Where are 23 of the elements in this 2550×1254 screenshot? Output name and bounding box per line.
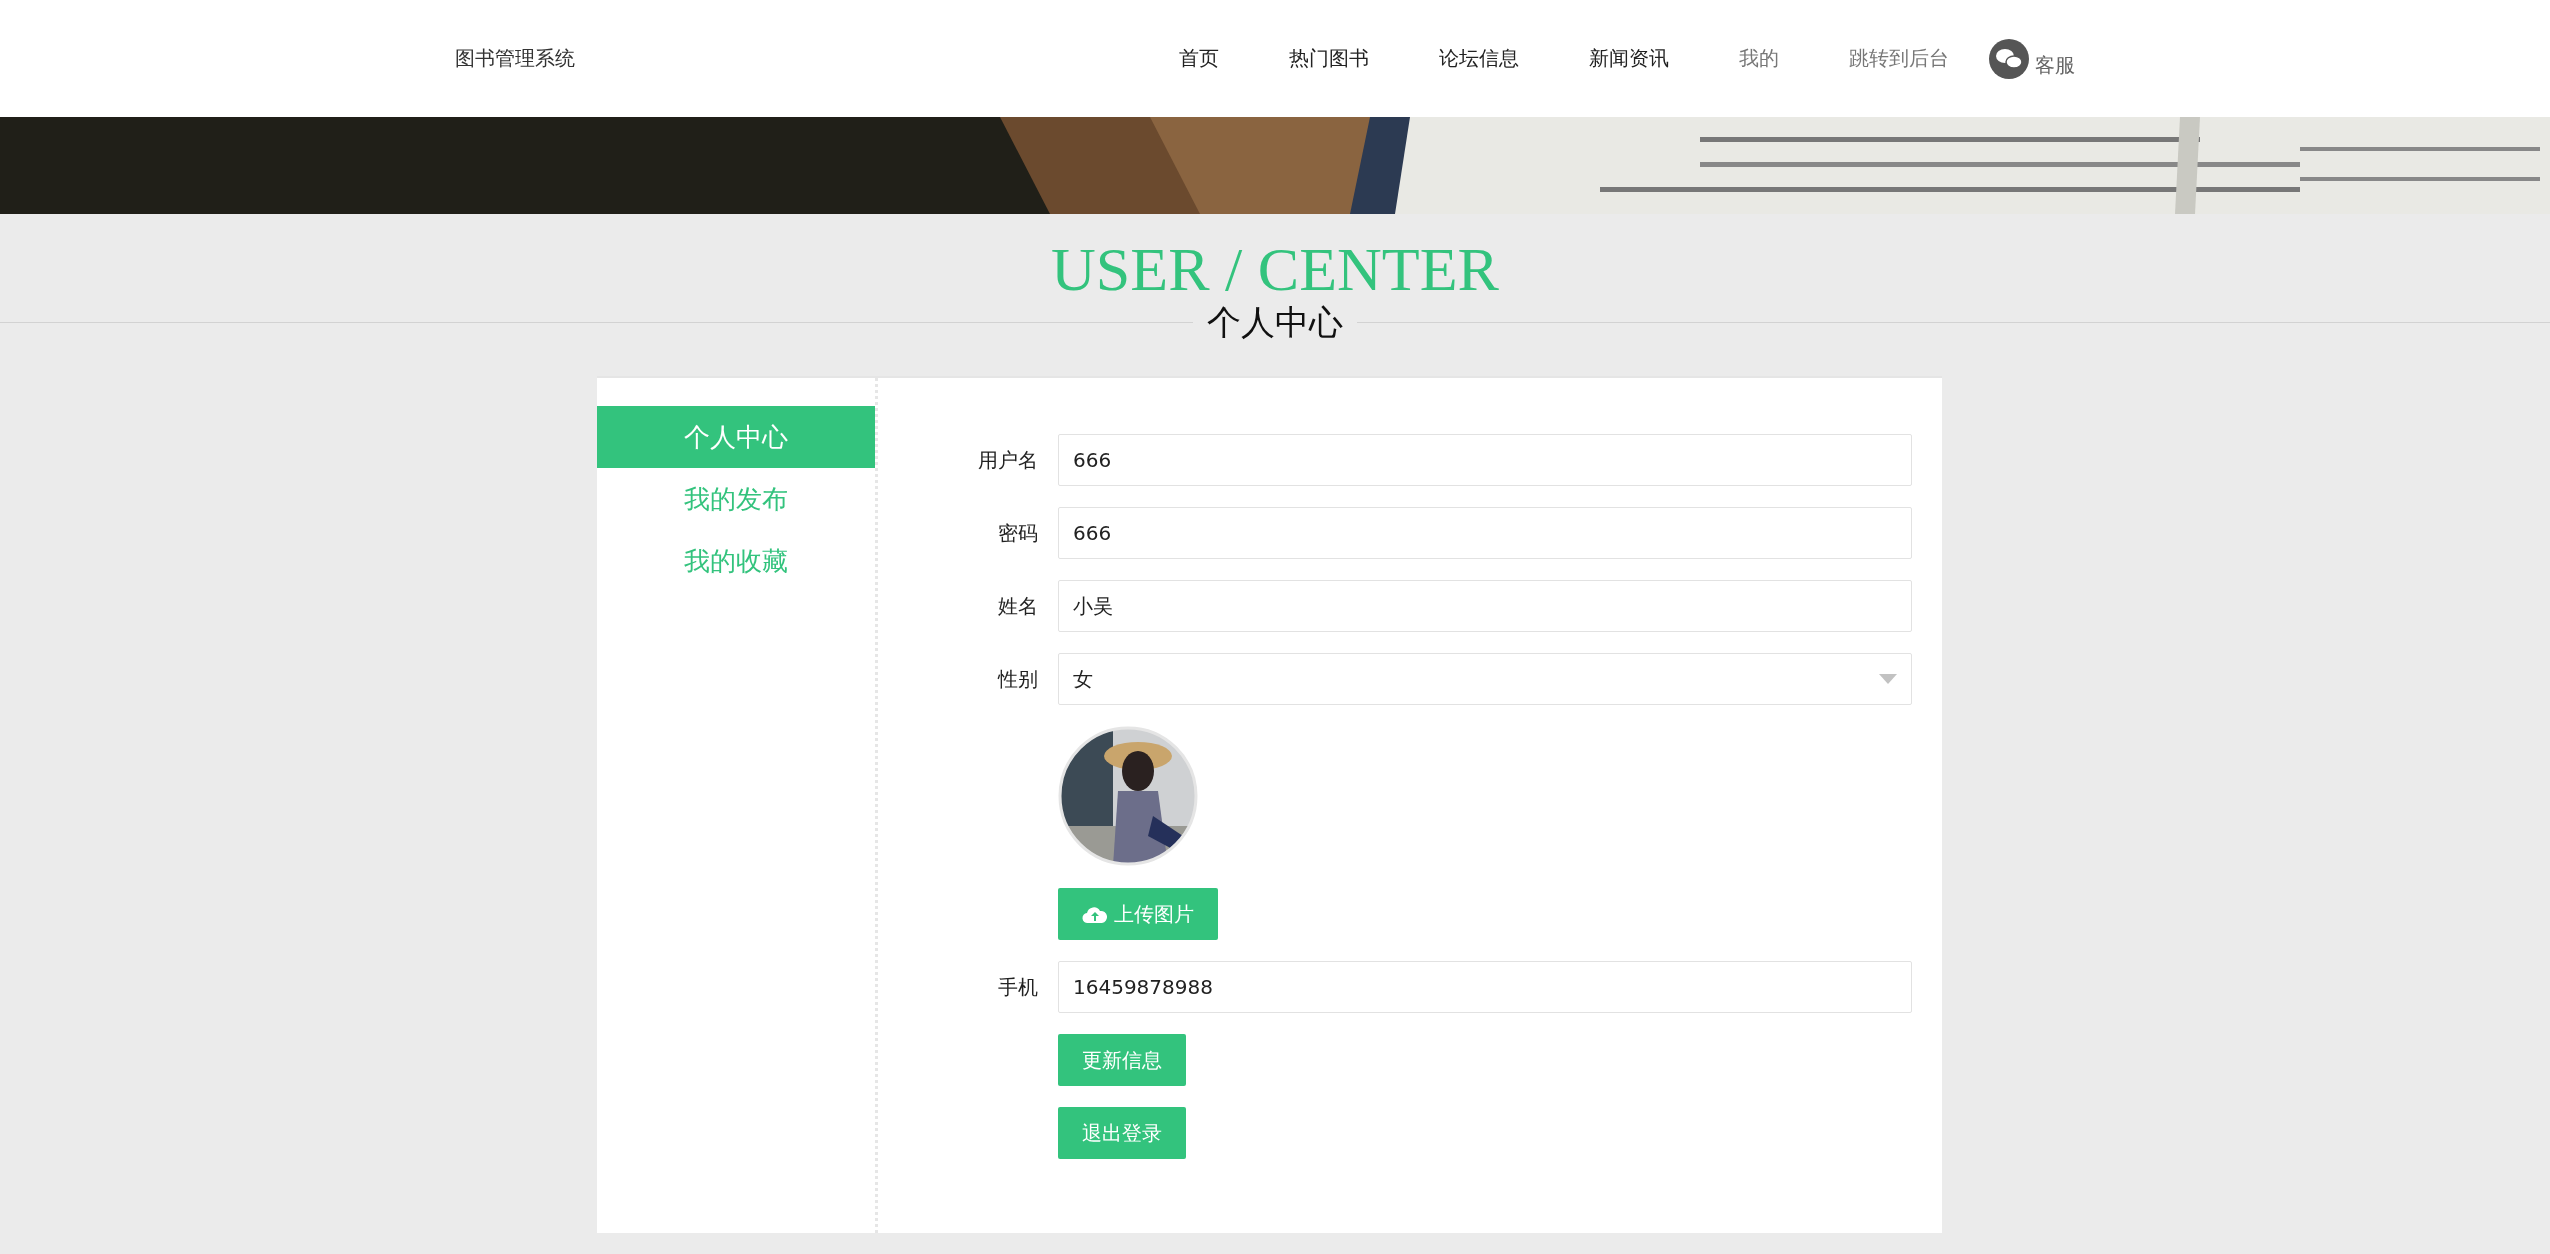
field-label: 性别 <box>996 666 1039 693</box>
select-field[interactable]: 女 <box>1058 653 1912 705</box>
site-title: 图书管理系统 <box>455 45 576 72</box>
nav-link[interactable]: 新闻资讯 <box>1589 45 1669 72</box>
nav-link[interactable]: 论坛信息 <box>1439 45 1519 72</box>
field-label: 用户名 <box>977 447 1039 474</box>
field-label: 密码 <box>997 520 1039 547</box>
field-label: 手机 <box>997 974 1039 1001</box>
nav-link[interactable]: 我的 <box>1739 45 1779 72</box>
nav-link[interactable]: 跳转到后台 <box>1849 45 1949 72</box>
caret-icon <box>1879 674 1897 684</box>
page-subtitle: 个人中心 <box>1206 302 1344 343</box>
input-field[interactable]: 16459878988 <box>1058 961 1912 1013</box>
field-label: 姓名 <box>997 593 1039 620</box>
input-field[interactable]: 666 <box>1058 434 1912 486</box>
page-title: USER / CENTER <box>1051 238 1499 300</box>
input-field[interactable]: 小吴 <box>1058 580 1912 632</box>
cloud-upload-icon <box>1082 904 1108 924</box>
nav-link[interactable]: 首页 <box>1179 45 1219 72</box>
nav-link[interactable]: 热门图书 <box>1289 45 1369 72</box>
chat-icon <box>1989 38 2029 79</box>
input-field[interactable]: 666 <box>1058 507 1912 559</box>
customer-service-link[interactable]: 客服 <box>1989 38 2075 79</box>
